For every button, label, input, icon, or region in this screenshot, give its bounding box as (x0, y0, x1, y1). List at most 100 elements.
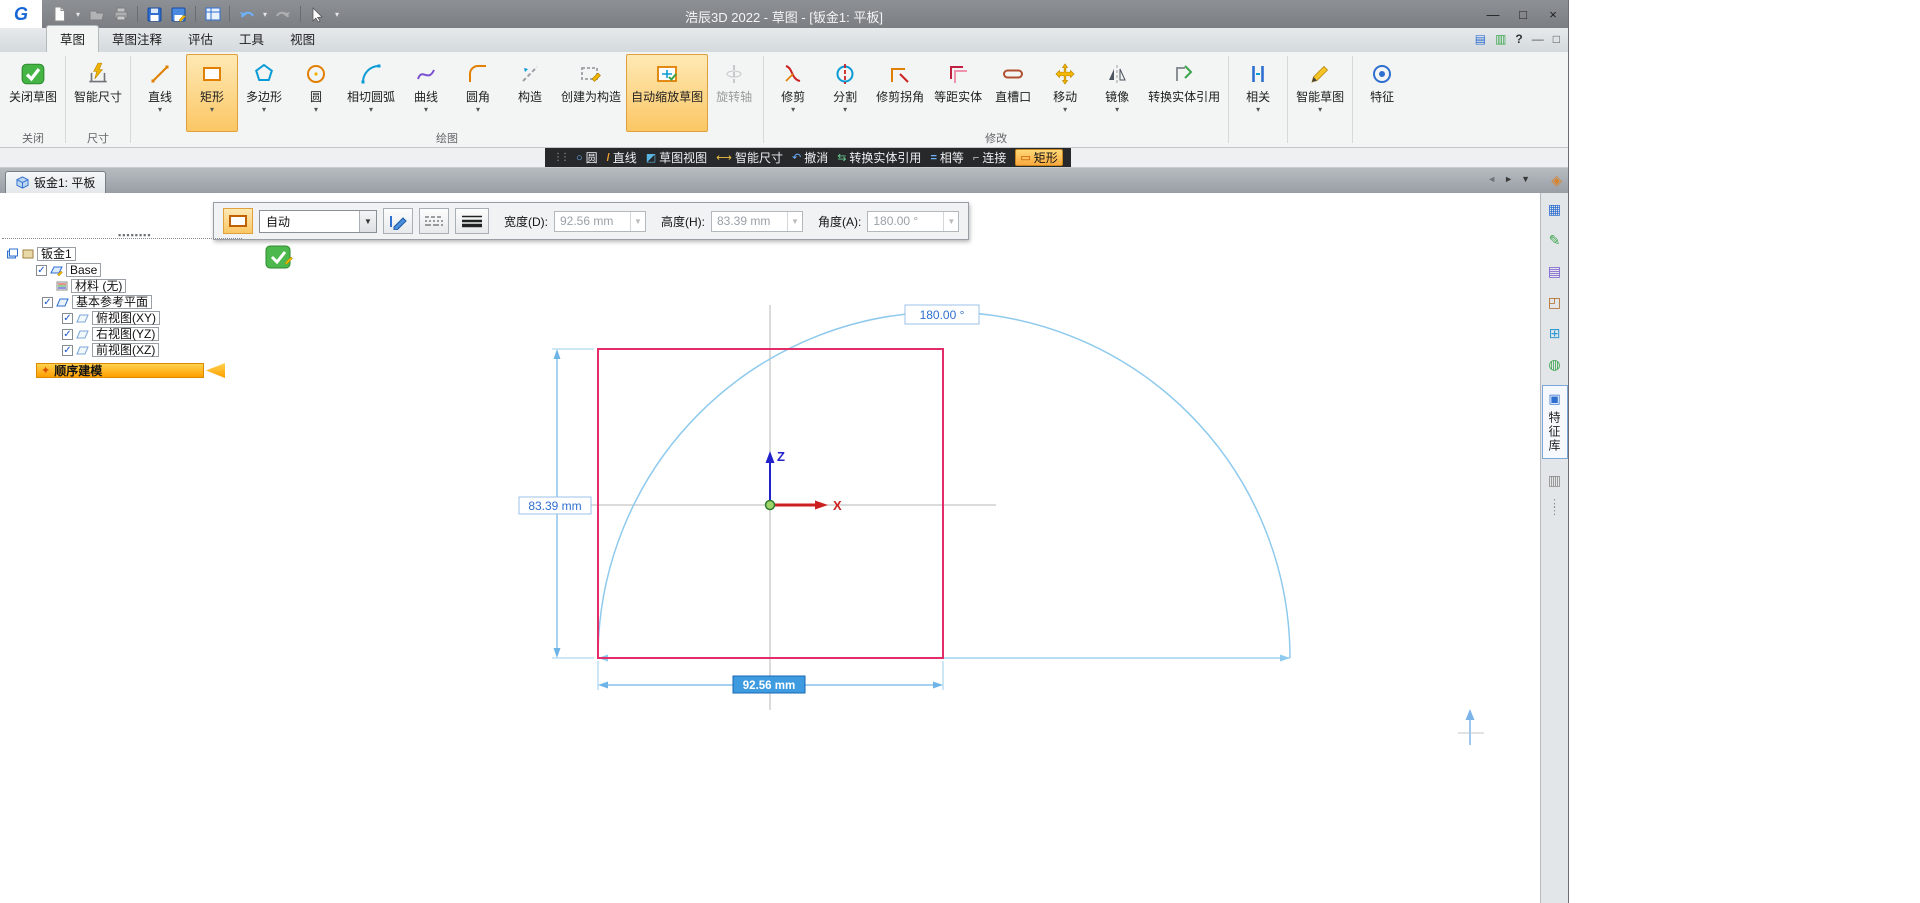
panel-split-line[interactable]: ▪▪▪▪▪▪▪▪ (2, 230, 242, 240)
document-tab[interactable]: 钣金1: 平板 (5, 171, 107, 193)
tree-top-view-label[interactable]: 俯视图(XY) (92, 311, 161, 325)
tab-list-dropdown-icon[interactable]: ▼ (1521, 174, 1530, 184)
tree-row-base[interactable]: ✓ Base (2, 262, 242, 278)
checkbox-checked[interactable]: ✓ (62, 344, 73, 356)
select-dropdown-icon[interactable]: ▼ (359, 210, 376, 232)
new-document-button[interactable] (49, 4, 70, 25)
rectangle-tool-button[interactable] (223, 208, 253, 234)
field-dropdown-icon[interactable]: ▼ (943, 211, 958, 231)
dropdown-arrow-icon[interactable]: ▾ (262, 105, 266, 114)
fillet-button[interactable]: 圆角 ▾ (452, 54, 504, 132)
layout-panel-icon[interactable]: ◰ (1544, 292, 1566, 312)
modeling-mode-bar[interactable]: ✦ 顺序建模 (36, 363, 204, 378)
select-tool-button[interactable] (307, 4, 328, 25)
split-button[interactable]: 分割 ▾ (819, 54, 871, 132)
tab-sketch-annotation[interactable]: 草图注释 (99, 26, 175, 52)
prompt-smart-dimension-button[interactable]: ⟷ 智能尺寸 (716, 149, 783, 166)
prompt-include-button[interactable]: ⇆ 转换实体引用 (837, 149, 921, 166)
sheet-setup-button[interactable] (202, 4, 223, 25)
tree-base-label[interactable]: Base (66, 263, 102, 277)
prompt-undo-button[interactable]: ↶ 撤消 (792, 149, 828, 166)
toolbar-grip-icon[interactable]: ⋮⋮ (553, 152, 570, 163)
field-dropdown-icon[interactable]: ▼ (787, 211, 802, 231)
field-dropdown-icon[interactable]: ▼ (630, 211, 645, 231)
offset-button[interactable]: 等距实体 (929, 54, 987, 132)
prompt-connect-button[interactable]: ⌐ 连接 (973, 149, 1006, 166)
smart-sketch-button[interactable]: 智能草图 ▾ (1291, 54, 1349, 132)
graphics-area[interactable]: 83.39 mm 92.56 mm 180.00 ° Z X 自动 ▼ 宽度(D… (0, 193, 1568, 903)
help-button[interactable]: ? (1515, 32, 1522, 46)
prompt-line-button[interactable]: / 直线 (607, 149, 637, 166)
dropdown-arrow-icon[interactable]: ▾ (369, 105, 373, 114)
tree-row-right-view[interactable]: ✓ 右视图(YZ) (2, 326, 242, 342)
checkbox-checked[interactable]: ✓ (36, 264, 47, 276)
dropdown-arrow-icon[interactable]: ▾ (314, 105, 318, 114)
tree-row-ref-planes[interactable]: ✓ 基本参考平面 (2, 294, 242, 310)
origin-point[interactable] (764, 499, 776, 511)
prompt-circle-button[interactable]: ○ 圆 (576, 149, 598, 166)
circle-button[interactable]: 圆 ▾ (290, 54, 342, 132)
creation-mode-select[interactable]: 自动 ▼ (259, 209, 377, 233)
strip-grip-icon[interactable]: ⋮ ⋮ (1549, 499, 1560, 517)
ribbon-style-icon[interactable]: ▤ (1475, 32, 1486, 46)
library-panel-icon[interactable]: ▥ (1544, 470, 1566, 490)
redo-button[interactable] (273, 4, 294, 25)
move-button[interactable]: 移动 ▾ (1039, 54, 1091, 132)
construction-button[interactable]: 构造 (504, 54, 556, 132)
auto-scale-sketch-button[interactable]: 自动缩放草图 (626, 54, 709, 132)
minimize-document-button[interactable]: — (1532, 32, 1544, 46)
add-view-panel-icon[interactable]: ⊞ (1544, 323, 1566, 343)
accept-sketch-button[interactable] (265, 245, 293, 276)
slot-button[interactable]: 直槽口 (987, 54, 1039, 132)
restore-document-button[interactable]: □ (1553, 32, 1560, 46)
dropdown-arrow-icon[interactable]: ▾ (1115, 105, 1119, 114)
tree-row-material[interactable]: 材料 (无) (2, 278, 242, 294)
rectangle-button[interactable]: 矩形 ▾ (186, 54, 239, 132)
trim-button[interactable]: 修剪 ▾ (767, 54, 819, 132)
tab-evaluate[interactable]: 评估 (175, 26, 226, 52)
prompt-sketch-view-button[interactable]: ◩ 草图视图 (646, 149, 707, 166)
tree-row-front-view[interactable]: ✓ 前视图(XZ) (2, 342, 242, 358)
new-document-dropdown-icon[interactable]: ▾ (73, 4, 83, 25)
tangent-arc-button[interactable]: 相切圆弧 ▾ (342, 54, 400, 132)
camera-panel-icon[interactable]: ◍ (1544, 354, 1566, 374)
dropdown-arrow-icon[interactable]: ▾ (1256, 105, 1260, 114)
dropdown-arrow-icon[interactable]: ▾ (1063, 105, 1067, 114)
include-button[interactable]: 转换实体引用 (1143, 54, 1225, 132)
tab-sketch[interactable]: 草图 (46, 25, 100, 52)
mirror-button[interactable]: 镜像 ▾ (1091, 54, 1143, 132)
angle-dimension-value[interactable]: 180.00 ° (920, 308, 965, 322)
line-button[interactable]: 直线 ▾ (134, 54, 186, 132)
prompt-rectangle-button[interactable]: ▭ 矩形 (1015, 149, 1063, 166)
checkbox-checked[interactable]: ✓ (42, 296, 53, 308)
dropdown-arrow-icon[interactable]: ▾ (1318, 105, 1322, 114)
tree-root-label[interactable]: 钣金1 (37, 247, 76, 261)
open-button[interactable] (86, 4, 107, 25)
dropdown-arrow-icon[interactable]: ▾ (158, 105, 162, 114)
dropdown-arrow-icon[interactable]: ▾ (476, 105, 480, 114)
coordinate-triad[interactable]: Z X (764, 449, 843, 513)
undo-dropdown-icon[interactable]: ▾ (260, 4, 270, 25)
checkbox-checked[interactable]: ✓ (62, 328, 73, 340)
curve-button[interactable]: 曲线 ▾ (400, 54, 452, 132)
checkbox-checked[interactable]: ✓ (62, 312, 73, 324)
dropdown-arrow-icon[interactable]: ▾ (843, 105, 847, 114)
scroll-tabs-right-icon[interactable]: ► (1504, 174, 1513, 184)
tree-row-top-view[interactable]: ✓ 俯视图(XY) (2, 310, 242, 326)
relate-button[interactable]: 相关 ▾ (1232, 54, 1284, 132)
primitives-panel-icon[interactable]: ▦ (1544, 199, 1566, 219)
close-button[interactable]: × (1538, 3, 1568, 25)
tab-tools[interactable]: 工具 (226, 26, 277, 52)
height-dimension-value[interactable]: 83.39 mm (528, 499, 581, 513)
save-as-button[interactable] (168, 4, 189, 25)
dropdown-arrow-icon[interactable]: ▾ (210, 105, 214, 114)
make-construction-button[interactable]: 创建为构造 (556, 54, 626, 132)
line-width-button[interactable] (455, 208, 489, 234)
tree-row-root[interactable]: 钣金1 (2, 246, 242, 262)
tab-view[interactable]: 视图 (277, 26, 328, 52)
tree-right-view-label[interactable]: 右视图(YZ) (92, 327, 160, 341)
feature-library-tab[interactable]: ▣ 特征库 (1541, 385, 1568, 459)
width-dimension-value[interactable]: 92.56 mm (743, 680, 795, 692)
trim-corner-button[interactable]: 修剪拐角 (871, 54, 929, 132)
splitter-handle-icon[interactable]: ▪▪▪▪▪▪▪▪ (118, 230, 152, 240)
